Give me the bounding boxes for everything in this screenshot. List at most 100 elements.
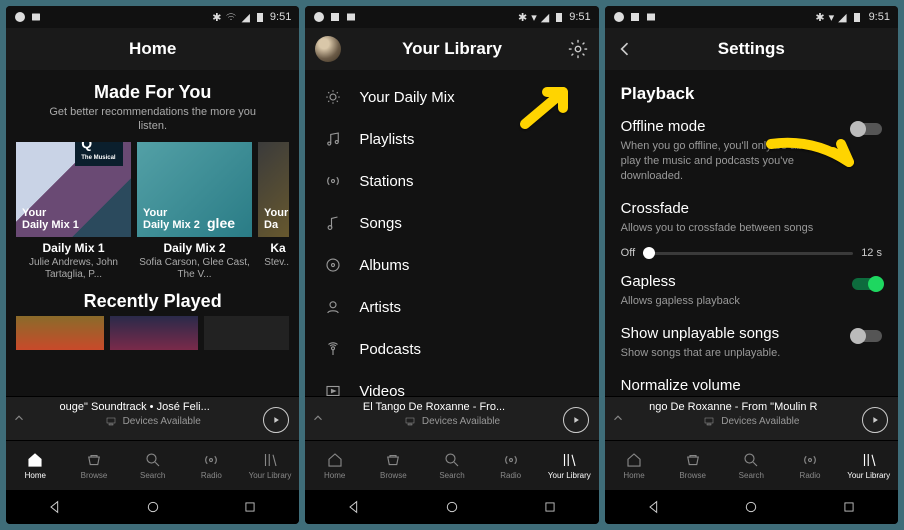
nav-back[interactable] [645,498,663,516]
library-item-videos[interactable]: Videos [315,370,588,396]
outlook-status-icon [345,11,357,23]
library-item-playlists[interactable]: Playlists [315,118,588,160]
battery-icon [553,11,565,23]
phone-library: ✱▾◢9:51 Your Library Your Daily Mix Play… [305,6,598,524]
tab-radio[interactable]: Radio [182,441,241,490]
outlook-status-icon [645,11,657,23]
song-icon [323,214,343,232]
library-item-songs[interactable]: Songs [315,202,588,244]
status-bar: ✱ ◢ 9:51 [6,6,299,28]
battery-icon [254,11,266,23]
spotify-status-icon [313,11,325,23]
phone-settings: ✱▾◢9:51 Settings Playback Offline mode W… [605,6,898,524]
image-status-icon [329,11,341,23]
play-button[interactable] [563,407,589,433]
nav-recents[interactable] [840,498,858,516]
now-playing-bar[interactable]: ouge" Soundtrack • José Feli... Devices … [6,396,299,440]
made-for-you-title: Made For You [16,82,289,103]
radio-icon [323,172,343,190]
nav-back[interactable] [345,498,363,516]
chevron-up-icon [12,411,22,421]
toggle-gapless[interactable] [850,275,884,293]
nav-home[interactable] [144,498,162,516]
library-item-label: Videos [359,383,405,397]
clock: 9:51 [270,11,291,23]
clock: 9:51 [869,11,890,23]
library-item-label: Podcasts [359,341,421,358]
profile-avatar[interactable] [315,36,341,62]
tab-search[interactable]: Search [123,441,182,490]
tab-home[interactable]: Home [6,441,65,490]
settings-button[interactable] [567,28,589,70]
daily-mix-card[interactable]: gleeYour Daily Mix 2 Daily Mix 2 Sofia C… [137,142,252,281]
page-title: Your Library [402,39,502,59]
now-playing-bar[interactable]: ngo De Roxanne - From "Moulin R Devices … [605,396,898,440]
library-item-label: Albums [359,257,409,274]
setting-normalize[interactable]: Normalize volume [615,371,888,394]
library-item-your-daily-mix[interactable]: Your Daily Mix [315,76,588,118]
tab-radio[interactable]: Radio [781,441,840,490]
phone-home: ✱ ◢ 9:51 Home Made For You Get better re… [6,6,299,524]
recently-played-tile[interactable] [110,316,198,350]
titlebar: Home [6,28,299,70]
tab-library[interactable]: Your Library [241,441,300,490]
play-button[interactable] [862,407,888,433]
tab-home[interactable]: Home [605,441,664,490]
tab-home[interactable]: Home [305,441,364,490]
setting-gapless[interactable]: Gapless Allows gapless playback [615,267,888,319]
library-item-label: Stations [359,173,413,190]
note-icon [323,130,343,148]
tab-search[interactable]: Search [722,441,781,490]
nav-home[interactable] [742,498,760,516]
image-status-icon [629,11,641,23]
crossfade-slider[interactable]: Off 12 s [615,245,888,267]
spotify-status-icon [14,11,26,23]
tab-browse[interactable]: Browse [65,441,124,490]
artist-icon [323,298,343,316]
play-button[interactable] [263,407,289,433]
daily-mix-card[interactable]: Your Da Ka Stev... [258,142,289,281]
nav-home[interactable] [443,498,461,516]
android-nav [6,490,299,524]
recently-played-tile[interactable] [16,316,104,350]
settings-section-playback: Playback [615,70,888,112]
toggle-unplayable[interactable] [850,327,884,345]
back-button[interactable] [615,28,635,70]
daily-mix-art: gleeYour Daily Mix 2 [137,142,252,237]
tab-radio[interactable]: Radio [481,441,540,490]
nav-recents[interactable] [241,498,259,516]
library-item-label: Artists [359,299,401,316]
daily-mix-card[interactable]: AvenueQThe MusicalYour Daily Mix 1 Daily… [16,142,131,281]
tab-library[interactable]: Your Library [839,441,898,490]
video-icon [323,382,343,396]
setting-unplayable[interactable]: Show unplayable songs Show songs that ar… [615,319,888,371]
page-title: Home [129,39,176,59]
toggle-offline[interactable] [850,120,884,138]
tab-browse[interactable]: Browse [663,441,722,490]
tab-library[interactable]: Your Library [540,441,599,490]
battery-icon [851,11,863,23]
wifi-icon [225,11,237,23]
now-playing-bar[interactable]: El Tango De Roxanne - Fro... Devices Ava… [305,396,598,440]
podcast-icon [323,340,343,358]
tab-search[interactable]: Search [423,441,482,490]
tab-bar: Home Browse Search Radio Your Library [6,440,299,490]
library-item-label: Songs [359,215,402,232]
library-item-label: Playlists [359,131,414,148]
sun-icon [323,88,343,106]
library-item-stations[interactable]: Stations [315,160,588,202]
nav-recents[interactable] [541,498,559,516]
status-bar: ✱▾◢9:51 [305,6,598,28]
recently-played-title: Recently Played [16,291,289,312]
library-item-podcasts[interactable]: Podcasts [315,328,588,370]
library-item-albums[interactable]: Albums [315,244,588,286]
tab-browse[interactable]: Browse [364,441,423,490]
chevron-up-icon [311,411,321,421]
made-for-you-subtitle: Get better recommendations the more you … [36,105,269,134]
library-item-artists[interactable]: Artists [315,286,588,328]
recently-played-tile[interactable] [204,316,289,350]
nav-back[interactable] [46,498,64,516]
setting-offline-mode[interactable]: Offline mode When you go offline, you'll… [615,112,888,194]
album-icon [323,256,343,274]
spotify-status-icon [613,11,625,23]
